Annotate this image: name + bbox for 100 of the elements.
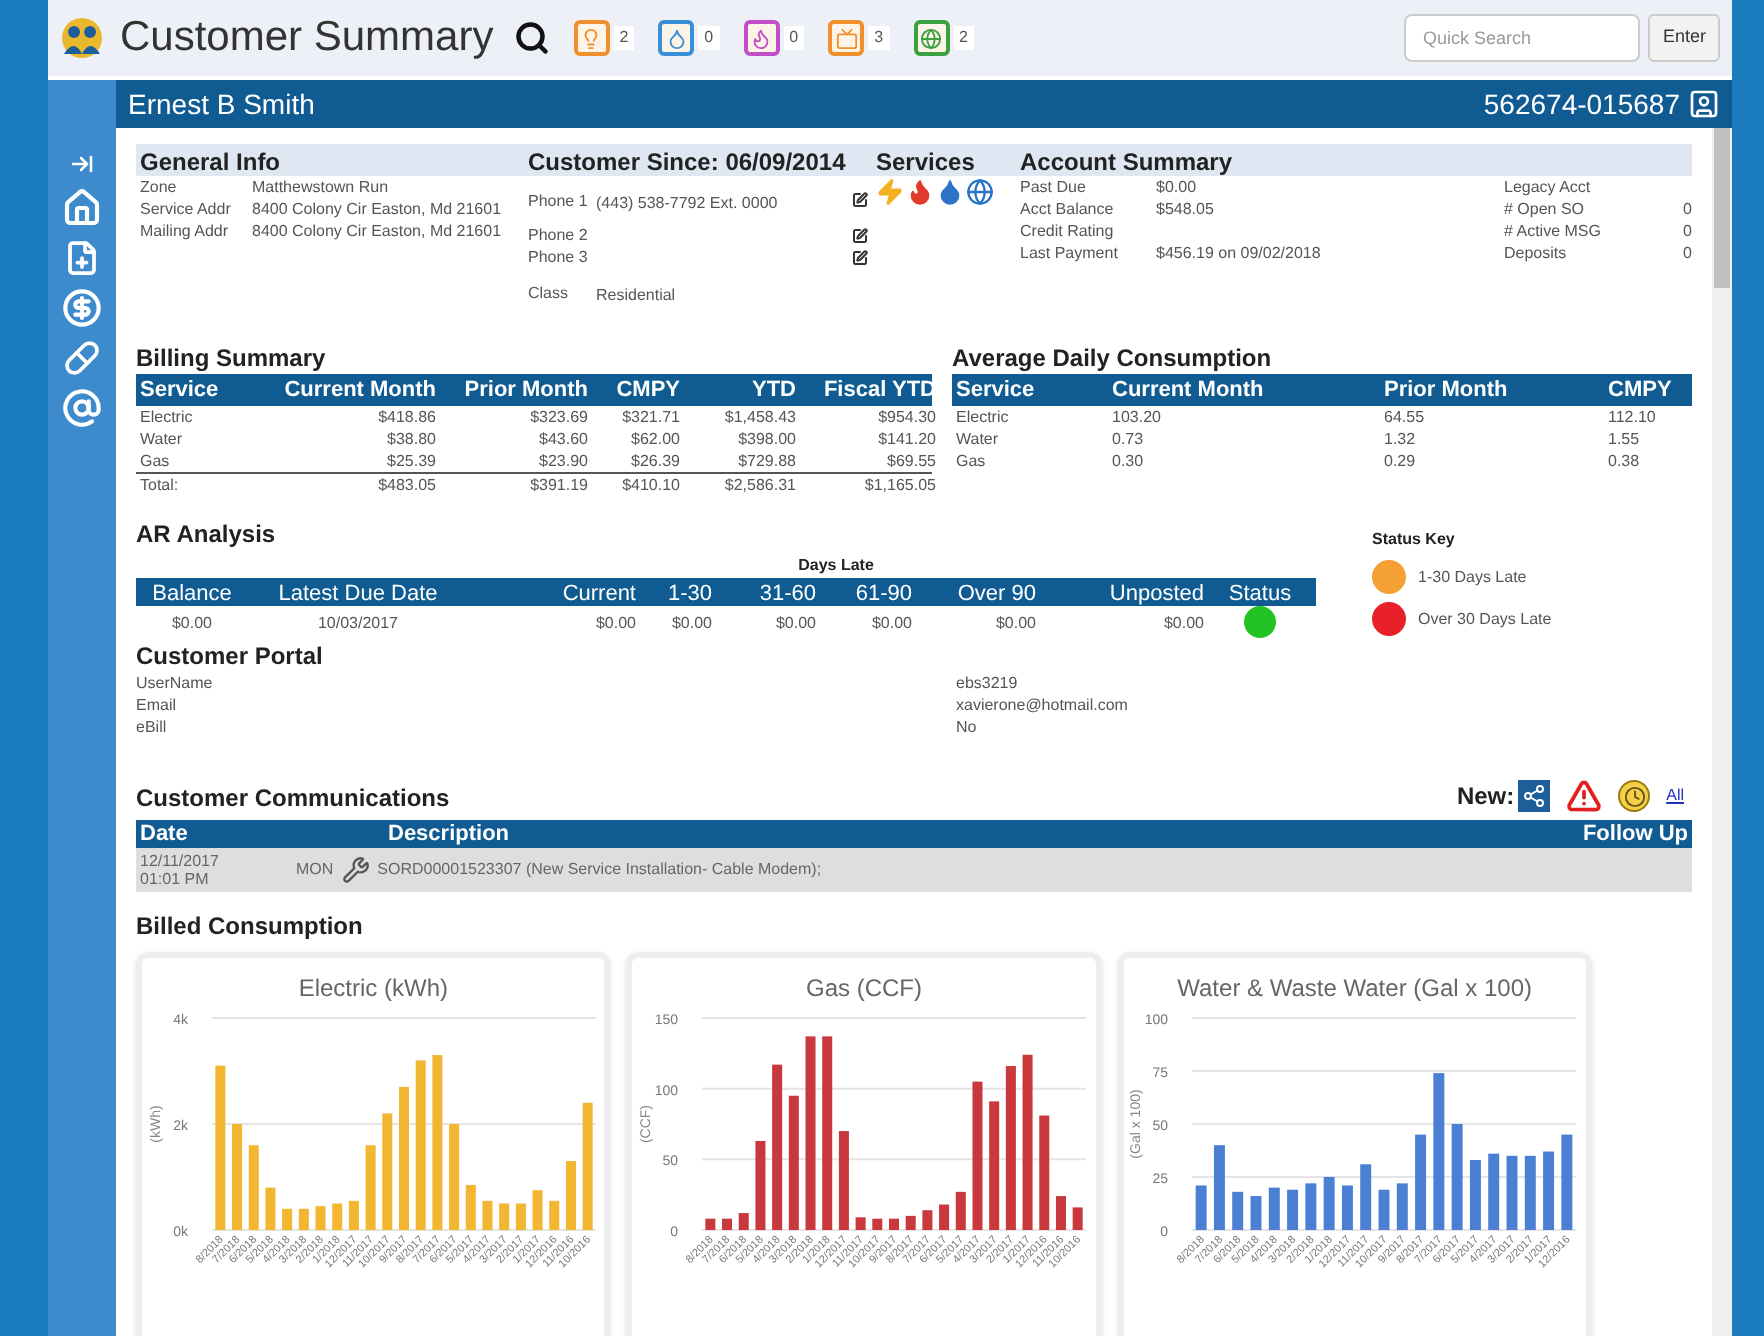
scrollbar[interactable] [1712, 128, 1732, 1336]
chart-bar [364, 1145, 375, 1230]
lightning-icon [876, 178, 904, 206]
warning-icon[interactable] [1566, 778, 1603, 814]
clock-icon[interactable] [1618, 780, 1651, 812]
column-header: Current [560, 580, 636, 610]
enter-button[interactable]: Enter [1648, 14, 1720, 62]
field-value: $548.05 [1156, 198, 1216, 220]
chart-title: Water & Waste Water (Gal x 100) [1177, 972, 1532, 1006]
collapse-icon[interactable] [70, 152, 94, 176]
chart-bar [1397, 1183, 1409, 1230]
chart-bar [548, 1200, 559, 1230]
table-cell-text: 112.10 [1608, 406, 1658, 428]
chart-bar [1055, 1196, 1066, 1230]
column-header: 1-30 [665, 580, 712, 610]
table-cell-text: $418.86 [376, 406, 436, 428]
section-title: Billed Consumption [136, 912, 365, 942]
field-label: Zone [140, 176, 179, 198]
table-cell-text: $729.88 [736, 450, 796, 472]
field-label: Deposits [1504, 242, 1569, 264]
chart-bar [1039, 1115, 1050, 1230]
table-cell-text: $391.19 [528, 474, 588, 496]
edit-icon[interactable] [852, 249, 868, 265]
field-label: Class [528, 281, 571, 303]
chart-bar [231, 1124, 242, 1230]
field-value: 0 [1681, 198, 1692, 220]
chart-bar [465, 1184, 476, 1230]
group-header: Days Late [796, 554, 876, 578]
table-cell-text: $25.39 [385, 450, 436, 472]
table-cell-text: $0.00 [869, 611, 912, 633]
column-header: Status [1226, 580, 1294, 610]
badge-count: 2 [613, 26, 635, 50]
account-number: 562674-015687 [1483, 85, 1680, 123]
column-header: Follow Up [1582, 819, 1688, 850]
table-cell-text: 10/03/2017 [315, 611, 401, 633]
search-field[interactable]: Quick Search [1404, 14, 1641, 62]
field-value: (443) 538-7792 Ext. 0000 [596, 194, 778, 212]
chart-bar [1415, 1134, 1427, 1230]
section-title: AR Analysis [136, 520, 278, 550]
table-cell-text: $0.00 [1161, 611, 1204, 633]
at-sign-icon[interactable] [62, 388, 102, 428]
field-label: Service Addr [140, 198, 233, 220]
field-value: Matthewstown Run [252, 176, 391, 198]
chart-bar [1543, 1151, 1555, 1230]
file-plus-icon[interactable] [64, 240, 100, 276]
edit-icon[interactable] [852, 227, 868, 243]
chart-bar [1196, 1185, 1208, 1230]
service-badge-icon[interactable] [573, 20, 610, 56]
badge-count: 3 [868, 26, 890, 50]
share-icon[interactable] [1518, 780, 1551, 812]
table-cell-text: $0.00 [169, 611, 215, 633]
field-label: Email [136, 694, 179, 716]
dollar-icon[interactable] [62, 288, 102, 328]
chart-bar [565, 1161, 576, 1230]
chart-bar [1214, 1145, 1226, 1230]
chart-bar [1525, 1155, 1537, 1230]
wrench-icon [341, 856, 370, 884]
field-value: xavierone@hotmail.com [956, 694, 1130, 716]
search-icon[interactable] [513, 20, 550, 56]
all-link[interactable]: All [1666, 784, 1684, 808]
chart-bar [1269, 1187, 1281, 1230]
table-cell: MON [296, 858, 334, 882]
section-title: Average Daily Consumption [952, 344, 1274, 374]
customer-name: Ernest B Smith [128, 85, 315, 123]
table-cell-text: 0.29 [1384, 450, 1418, 472]
chart-bar [1324, 1177, 1336, 1230]
table-cell-text: Water [140, 428, 185, 450]
field-value: 0 [1681, 242, 1692, 264]
table-cell-text: $43.60 [537, 428, 588, 450]
table-cell-text: $141.20 [876, 428, 936, 450]
contact-card-icon[interactable] [1688, 88, 1720, 120]
service-badge-icon[interactable] [913, 20, 950, 56]
field-value: 8400 Colony Cir Easton, Md 21601 [252, 220, 504, 242]
legend-title: Status Key [1372, 528, 1457, 552]
table-cell-text: 0.73 [1112, 428, 1146, 450]
chart-bar [248, 1145, 259, 1230]
chart-bar [1360, 1164, 1372, 1230]
section-title: Customer Portal [136, 642, 325, 672]
table-cell-text: Electric [140, 406, 195, 428]
column-header: Service [956, 376, 1037, 406]
edit-icon[interactable] [852, 192, 868, 208]
home-icon[interactable] [62, 188, 102, 228]
chart-bar [955, 1191, 966, 1230]
chart-bar [1562, 1134, 1573, 1230]
table-cell-text: 103.20 [1112, 406, 1163, 428]
table-cell-text: $321.71 [620, 406, 680, 428]
chart-bar [1342, 1185, 1354, 1230]
pill-icon[interactable] [64, 340, 100, 376]
field-label: Mailing Addr [140, 220, 231, 242]
flame-icon [906, 178, 934, 206]
chart-bar [515, 1203, 526, 1230]
field-value: 0 [1681, 220, 1692, 242]
service-badge-icon[interactable] [658, 20, 695, 56]
table-cell-text: $26.39 [629, 450, 680, 472]
table-row[interactable]: 12/11/2017 01:01 PM MON SORD00001523307 (New Service Installation- Cable Modem); [136, 848, 1692, 892]
field-label: Phone 3 [528, 246, 590, 268]
service-badge-icon[interactable] [743, 20, 780, 56]
field-label: Credit Rating [1020, 220, 1116, 242]
service-badge-icon[interactable] [828, 20, 865, 56]
badge-count: 0 [698, 26, 720, 50]
